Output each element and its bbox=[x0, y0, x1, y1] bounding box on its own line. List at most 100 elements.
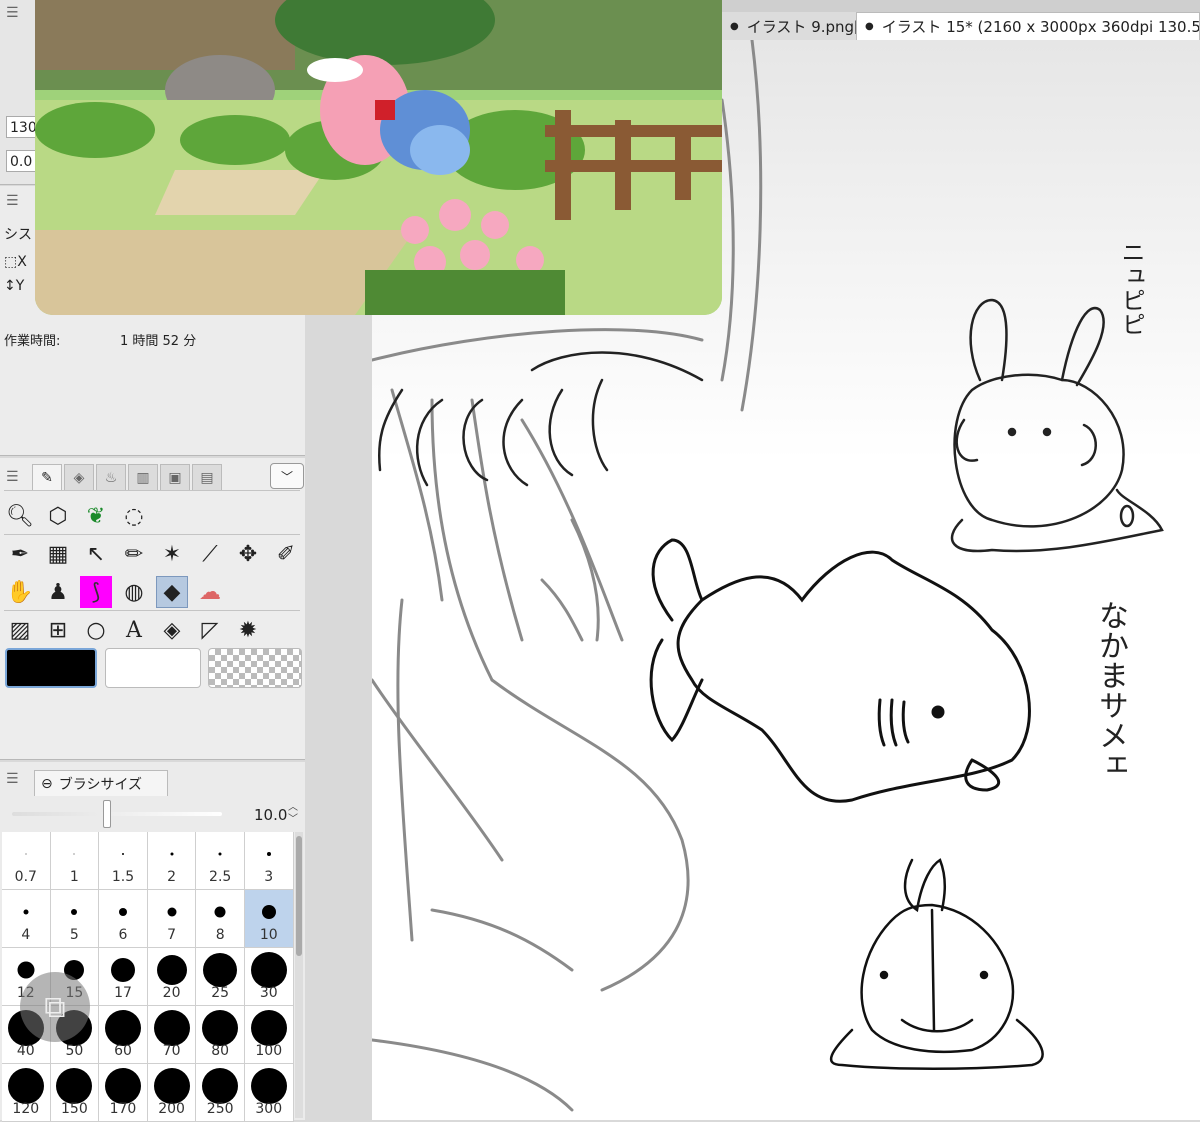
brush-size-cell[interactable]: 30 bbox=[244, 948, 294, 1006]
move-icon[interactable]: ✥ bbox=[232, 538, 264, 570]
scrollbar-thumb[interactable] bbox=[296, 836, 302, 956]
tab-bullet-icon: ● bbox=[865, 21, 874, 32]
drops-icon[interactable]: ◍ bbox=[118, 576, 150, 608]
brush-size-cell[interactable]: 1.5 bbox=[99, 832, 148, 890]
tab-illust-15[interactable]: ● イラスト 15* (2160 x 3000px 360dpi 130.5% bbox=[856, 12, 1200, 40]
sparkle-icon[interactable]: ✶ bbox=[156, 538, 188, 570]
pattern-icon[interactable]: ▦ bbox=[42, 538, 74, 570]
main-color-swatch[interactable] bbox=[5, 648, 97, 688]
select-arrow-icon[interactable]: ↖ bbox=[80, 538, 112, 570]
chevron-down-icon[interactable]: ﹀ bbox=[270, 463, 304, 489]
brush-dot-icon bbox=[261, 905, 276, 919]
brush-size-cell[interactable]: 1 bbox=[50, 832, 100, 890]
pen-nib-icon[interactable]: ✒ bbox=[4, 538, 36, 570]
brush-size-value: 10.0 bbox=[254, 806, 288, 824]
tab-more-icon[interactable]: ▤ bbox=[192, 464, 222, 490]
brush-size-label: 150 bbox=[61, 1101, 88, 1117]
dropper-icon[interactable]: ⟋ bbox=[194, 538, 226, 570]
tab-panel-icon[interactable]: ▥ bbox=[128, 464, 158, 490]
brush-size-slider[interactable] bbox=[12, 812, 222, 816]
brush-size-cell[interactable]: 250 bbox=[196, 1064, 245, 1122]
brush-size-cell[interactable]: 4 bbox=[2, 890, 51, 948]
tab-illust-9[interactable]: ● イラスト 9.png[ bbox=[722, 12, 856, 40]
tab-brush-size[interactable]: ⊖ ブラシサイズ bbox=[34, 770, 168, 796]
panel-grip-icon[interactable]: ☰ bbox=[6, 772, 20, 786]
brush-size-cell[interactable]: 300 bbox=[244, 1064, 294, 1122]
brush-size-label: 3 bbox=[264, 869, 274, 885]
panel-grip-icon[interactable]: ☰ bbox=[6, 470, 20, 484]
3d-cursor-icon[interactable]: ⬡ bbox=[42, 500, 74, 532]
brush-size-cell[interactable]: 200 bbox=[147, 1064, 197, 1122]
x-axis-label: X bbox=[17, 254, 27, 270]
brush-dot-icon bbox=[73, 853, 75, 855]
brush-size-cell[interactable]: 80 bbox=[196, 1006, 245, 1064]
magnify-icon[interactable]: 🔍︎ bbox=[4, 500, 36, 532]
sub-color-swatch[interactable] bbox=[105, 648, 201, 688]
cream-icon[interactable]: ☁ bbox=[194, 576, 226, 608]
frame-icon[interactable]: ⊞ bbox=[42, 614, 74, 646]
brush-size-cell[interactable]: 20 bbox=[147, 948, 197, 1006]
y-axis-label: Y bbox=[15, 278, 25, 294]
brush-size-cell[interactable]: 2 bbox=[147, 832, 197, 890]
brush-size-cell[interactable]: 7 bbox=[147, 890, 197, 948]
tab-fire-icon[interactable]: ♨ bbox=[96, 464, 126, 490]
brush-size-spinner[interactable]: ︿ ﹀ bbox=[288, 802, 298, 826]
brush-size-cell[interactable]: 60 bbox=[99, 1006, 148, 1064]
brush-size-cell[interactable]: 2.5 bbox=[196, 832, 245, 890]
brush-size-cell[interactable]: 8 bbox=[196, 890, 245, 948]
transparent-color-swatch[interactable] bbox=[208, 648, 302, 688]
zoom-input[interactable]: 130 bbox=[6, 116, 36, 138]
brush-size-cell[interactable]: 100 bbox=[244, 1006, 294, 1064]
marker-icon[interactable]: ✐ bbox=[270, 538, 302, 570]
gradient-icon[interactable]: ▨ bbox=[4, 614, 36, 646]
brush-dot-icon bbox=[7, 1068, 44, 1104]
system-label: シス bbox=[4, 227, 32, 243]
leaf-icon[interactable]: ❦ bbox=[80, 500, 112, 532]
brush-size-label: 80 bbox=[211, 1043, 230, 1059]
quick-access-button[interactable]: ⧉ bbox=[20, 972, 90, 1042]
brush-size-cell[interactable]: 0.7 bbox=[2, 832, 51, 890]
document-tabs: ● イラスト 9.png[ ● イラスト 15* (2160 x 3000px … bbox=[722, 12, 1200, 40]
brush-size-label: 200 bbox=[158, 1101, 185, 1117]
brush-size-slider-thumb[interactable] bbox=[103, 800, 111, 828]
brush-size-label: 7 bbox=[167, 927, 177, 943]
brush-size-cell[interactable]: 17 bbox=[99, 948, 148, 1006]
fill-eraser-icon[interactable]: ◈ bbox=[156, 614, 188, 646]
brush-size-cell[interactable]: 170 bbox=[99, 1064, 148, 1122]
brush-dot-icon bbox=[56, 1068, 93, 1104]
tab-window-icon[interactable]: ▣ bbox=[160, 464, 190, 490]
pencil-icon[interactable]: ✏ bbox=[118, 538, 150, 570]
brush-size-cell[interactable]: 10 bbox=[244, 890, 294, 948]
tab-layers-icon[interactable]: ◈ bbox=[64, 464, 94, 490]
y-axis-icon: ↕Y bbox=[4, 278, 25, 294]
brush-dot-icon bbox=[17, 961, 35, 979]
hand-icon[interactable]: ✋ bbox=[4, 576, 36, 608]
tab-pen-icon[interactable]: ✎ bbox=[32, 464, 62, 490]
lasso-icon[interactable]: ◌ bbox=[118, 500, 150, 532]
brush-dot-icon bbox=[156, 955, 187, 985]
brush-size-cell[interactable]: 25 bbox=[196, 948, 245, 1006]
goomy-label: ニュピピ bbox=[1117, 240, 1145, 336]
video-preview[interactable] bbox=[35, 0, 722, 315]
penguin-icon[interactable]: ♟ bbox=[42, 576, 74, 608]
circle-icon[interactable]: ○ bbox=[80, 614, 112, 646]
game-scene-image bbox=[35, 0, 722, 315]
text-icon[interactable]: A bbox=[118, 614, 150, 646]
brush-size-cell[interactable]: 6 bbox=[99, 890, 148, 948]
brush-grid-scrollbar[interactable] bbox=[295, 832, 303, 1118]
brush-size-cell[interactable]: 150 bbox=[50, 1064, 100, 1122]
brush-size-cell[interactable]: 3 bbox=[244, 832, 294, 890]
magenta-brush-icon[interactable]: ⟆ bbox=[80, 576, 112, 608]
brush-dot-icon bbox=[153, 1068, 190, 1104]
brush-size-cell[interactable]: 5 bbox=[50, 890, 100, 948]
panel-grip-icon[interactable]: ☰ bbox=[6, 6, 20, 20]
brush-size-cell[interactable]: 120 bbox=[2, 1064, 51, 1122]
panel-grip-icon[interactable]: ☰ bbox=[6, 194, 20, 208]
eraser-icon[interactable]: ◆ bbox=[156, 576, 188, 608]
burst-icon[interactable]: ✹ bbox=[232, 614, 264, 646]
angle-input[interactable]: 0.0 bbox=[6, 150, 36, 172]
ruler-icon[interactable]: ◸ bbox=[194, 614, 226, 646]
brush-dot-icon bbox=[250, 1068, 287, 1104]
tab-label: イラスト 15* (2160 x 3000px 360dpi 130.5% bbox=[881, 18, 1200, 36]
brush-size-cell[interactable]: 70 bbox=[147, 1006, 197, 1064]
